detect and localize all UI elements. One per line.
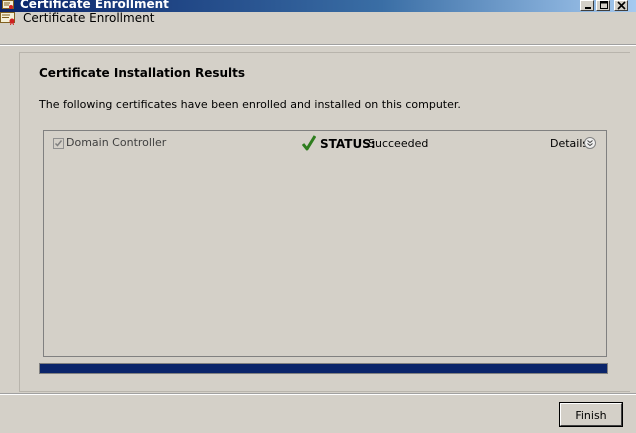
details-link[interactable]: Details: [550, 137, 588, 150]
progress-fill: [40, 364, 607, 373]
window-title: Certificate Enrollment: [20, 0, 169, 11]
green-checkmark-icon: [301, 135, 317, 151]
footer-divider: [0, 393, 636, 395]
header-divider: [0, 44, 636, 46]
certificate-icon: [0, 11, 16, 26]
checkmark-icon: [54, 140, 63, 147]
minimize-button[interactable]: [580, 0, 594, 11]
maximize-icon: [600, 1, 608, 9]
page-heading: Certificate Installation Results: [39, 66, 246, 80]
certificate-name: Domain Controller: [66, 136, 167, 149]
certificate-results-list[interactable]: Domain Controller STATUS: Succeeded Deta…: [43, 130, 607, 357]
certificate-icon: [2, 0, 14, 10]
wizard-title: Certificate Enrollment: [23, 11, 155, 25]
close-icon: [617, 1, 626, 10]
close-button[interactable]: [614, 0, 628, 11]
domain-controller-checkbox: [53, 138, 64, 149]
progress-bar: [39, 363, 608, 374]
maximize-button[interactable]: [596, 0, 610, 11]
page-description: The following certificates have been enr…: [39, 98, 461, 111]
finish-button[interactable]: Finish: [560, 403, 622, 426]
expand-chevron-icon[interactable]: [584, 137, 596, 149]
minimize-icon: [585, 7, 591, 9]
status-value: Succeeded: [368, 137, 429, 150]
